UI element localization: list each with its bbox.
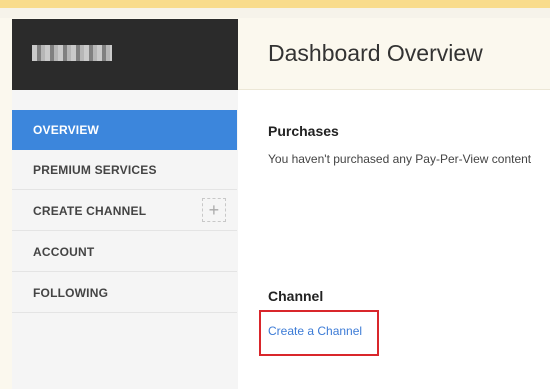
sidebar-item-label: ACCOUNT: [33, 244, 95, 259]
top-strip: [0, 8, 550, 18]
sidebar-item-label: OVERVIEW: [33, 122, 100, 137]
purchases-title: Purchases: [268, 123, 339, 139]
sidebar-item-create-channel[interactable]: CREATE CHANNEL +: [12, 191, 237, 231]
channel-title: Channel: [268, 288, 324, 304]
sidebar-nav: OVERVIEW PREMIUM SERVICES CREATE CHANNEL…: [12, 90, 239, 389]
page-title: Dashboard Overview: [268, 40, 483, 66]
sidebar-item-label: PREMIUM SERVICES: [33, 162, 157, 177]
plus-icon[interactable]: +: [202, 198, 226, 222]
sidebar-item-overview[interactable]: OVERVIEW: [12, 110, 237, 150]
sidebar-item-premium-services[interactable]: PREMIUM SERVICES: [12, 150, 237, 190]
main-header: Dashboard Overview: [238, 19, 550, 90]
pixelated-username: [32, 45, 112, 61]
sidebar-header: [12, 19, 238, 90]
top-accent-bar: [0, 0, 550, 8]
purchases-text: You haven't purchased any Pay-Per-View c…: [268, 152, 532, 166]
sidebar-item-label: FOLLOWING: [33, 285, 109, 300]
highlight-annotation-box: [259, 310, 379, 356]
sidebar-item-label: CREATE CHANNEL: [33, 203, 147, 218]
sidebar-item-following[interactable]: FOLLOWING: [12, 273, 237, 313]
sidebar-item-account[interactable]: ACCOUNT: [12, 232, 237, 272]
